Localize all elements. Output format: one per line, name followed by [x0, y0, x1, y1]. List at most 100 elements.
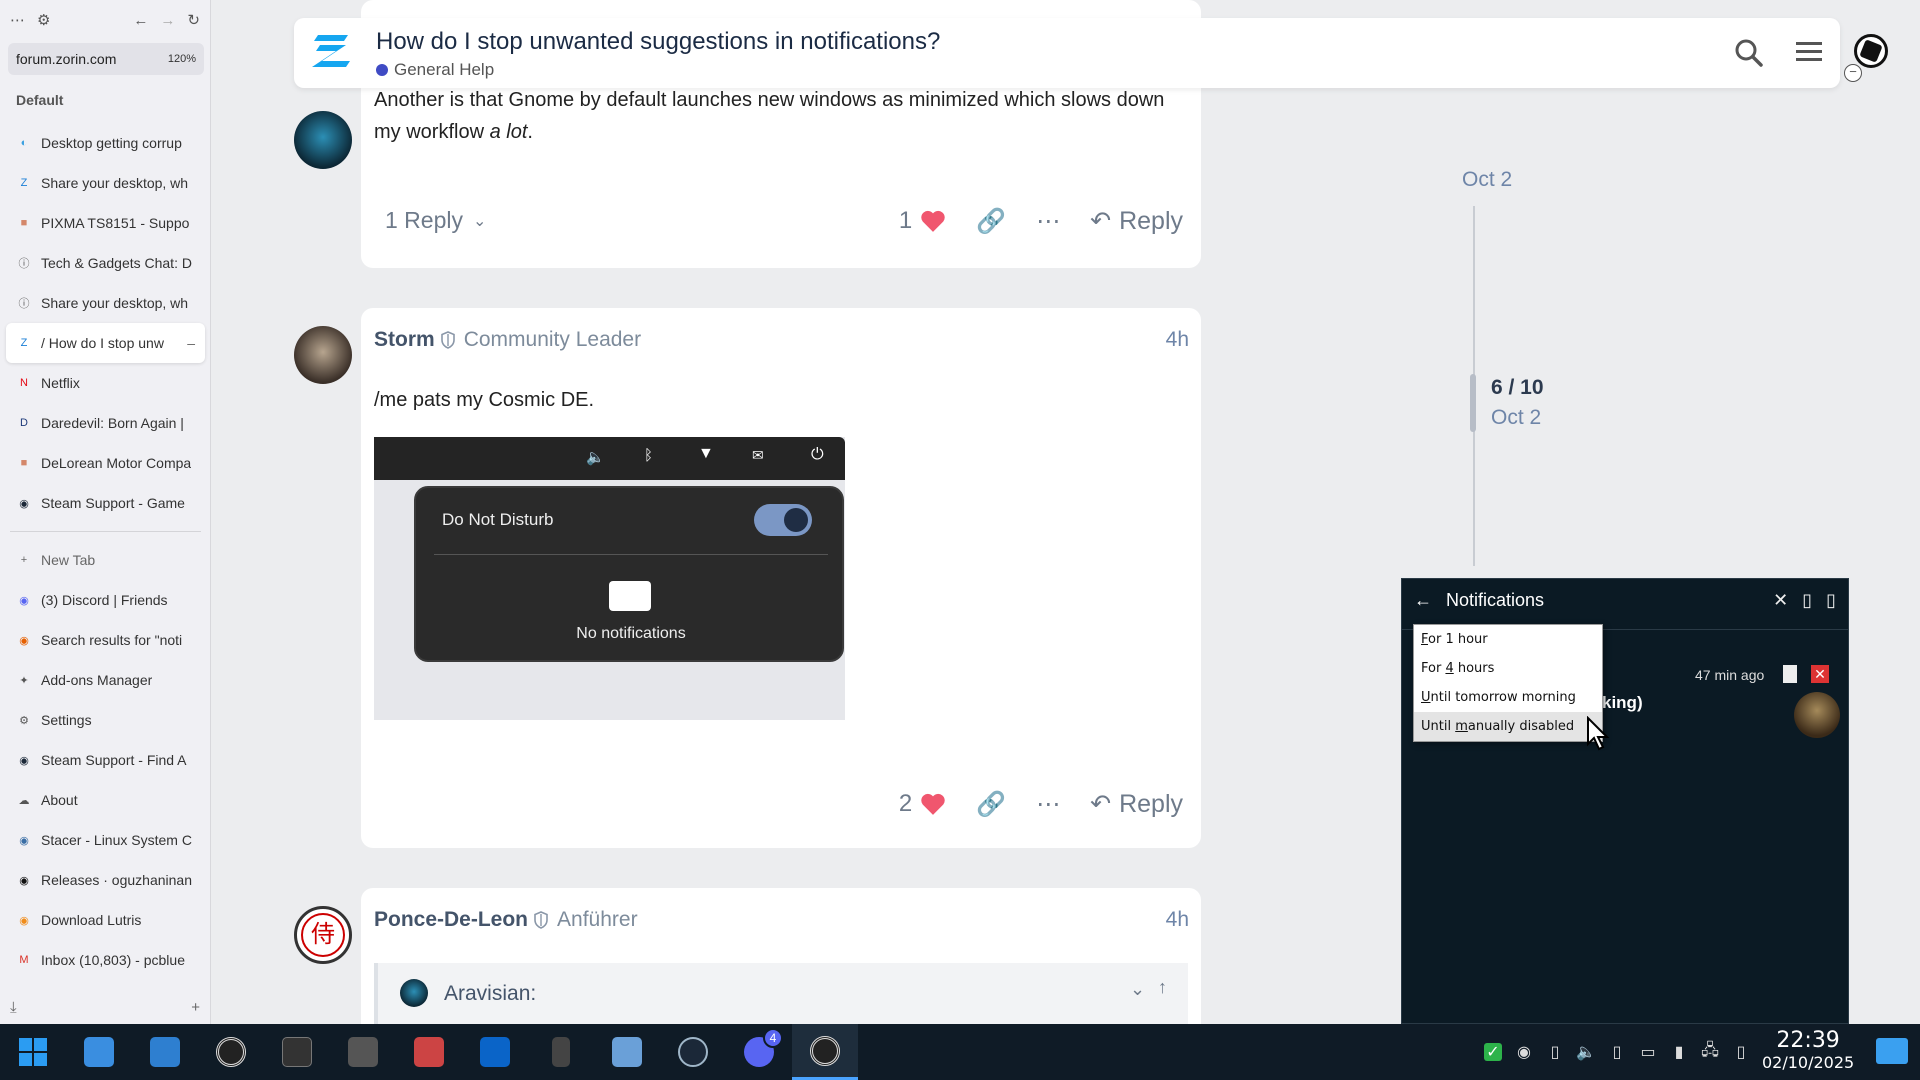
avatar[interactable]: 侍 [294, 906, 352, 964]
go-to-quote-icon[interactable]: ↑ [1158, 977, 1167, 998]
tab-item[interactable]: ◉ Download Lutris [6, 900, 205, 940]
document-icon[interactable]: ▯ [1732, 1043, 1750, 1061]
document-icon[interactable]: ▯ [1826, 590, 1836, 611]
tab-item[interactable]: ■ PIXMA TS8151 - Suppo [6, 203, 205, 243]
replies-toggle[interactable]: 1 Reply ⌄ [385, 207, 486, 234]
document-icon[interactable]: ▯ [1546, 1043, 1564, 1061]
taskbar-app[interactable] [594, 1024, 660, 1080]
close-tab-icon[interactable]: – [187, 335, 195, 351]
hamburger-menu-icon[interactable] [1795, 38, 1823, 66]
reply-button[interactable]: ↶ Reply [1090, 789, 1183, 819]
download-icon[interactable]: ⤓ [10, 999, 17, 1016]
gmail-icon: M [19, 954, 29, 966]
taskbar-app[interactable] [132, 1024, 198, 1080]
network-icon[interactable]: 🖧 [1701, 1042, 1719, 1061]
phone-icon [552, 1037, 570, 1067]
more-options-icon[interactable]: ⋯ [1036, 790, 1060, 819]
taskbar-app[interactable] [66, 1024, 132, 1080]
close-icon[interactable]: ✕ [1773, 590, 1788, 611]
tab-item[interactable]: ✦ Add-ons Manager [6, 660, 205, 700]
security-check-icon[interactable]: ✓ [1484, 1043, 1502, 1061]
avatar[interactable] [294, 111, 352, 169]
timeline-start-date[interactable]: Oct 2 [1462, 168, 1512, 192]
post-author[interactable]: Ponce-De-Leon [374, 908, 528, 932]
tab-item[interactable]: ◐ Desktop getting corrup [6, 123, 205, 163]
drive-icon[interactable]: ▭ [1639, 1043, 1657, 1061]
taskbar-app[interactable] [396, 1024, 462, 1080]
taskbar-app[interactable] [198, 1024, 264, 1080]
taskbar-app[interactable] [660, 1024, 726, 1080]
show-desktop-button[interactable] [1876, 1038, 1908, 1064]
taskbar-app[interactable] [528, 1024, 594, 1080]
post-image[interactable]: 🔈 ᛒ ▼ ✉ ⏻ Do Not Disturb No notification… [374, 437, 845, 720]
back-icon[interactable]: ← [133, 12, 148, 29]
tab-label: Desktop getting corrup [41, 135, 182, 151]
taskbar-app[interactable] [792, 1024, 858, 1080]
tab-item[interactable]: ☁ About [6, 780, 205, 820]
forward-icon[interactable]: → [160, 12, 175, 29]
tab-item[interactable]: N Netflix [6, 363, 205, 403]
more-options-icon[interactable]: ⋯ [1036, 207, 1060, 236]
tab-item[interactable]: Z Share your desktop, wh [6, 163, 205, 203]
notification-text[interactable]: king) [1602, 693, 1643, 713]
url-bar[interactable]: forum.zorin.com 120% [8, 43, 204, 75]
tab-item[interactable]: ◉ Stacer - Linux System C [6, 820, 205, 860]
post-time[interactable]: 4h [1166, 328, 1189, 352]
tab-item[interactable]: ◉ Steam Support - Find A [6, 740, 205, 780]
zorin-logo-icon[interactable] [308, 31, 358, 75]
document-icon[interactable]: ▯ [1608, 1043, 1626, 1061]
new-tab-button[interactable]: + New Tab [6, 540, 205, 580]
heart-icon [921, 793, 945, 815]
zoom-level[interactable]: 120% [168, 53, 196, 65]
like-button[interactable]: 2 [899, 790, 946, 818]
timeline-handle[interactable] [1470, 374, 1476, 432]
reply-button[interactable]: ↶ Reply [1090, 206, 1183, 236]
audio-app-icon [348, 1037, 378, 1067]
link-icon[interactable]: 🔗 [976, 207, 1006, 236]
topic-title[interactable]: How do I stop unwanted suggestions in no… [376, 28, 940, 56]
steam-tray-icon[interactable]: ◉ [1515, 1043, 1533, 1061]
tab-item[interactable]: ⚙ Settings [6, 700, 205, 740]
menu-item-until-tomorrow[interactable]: Until tomorrow morning [1414, 683, 1602, 712]
post-text: /me pats my Cosmic DE. [374, 389, 595, 411]
avatar[interactable] [294, 326, 352, 384]
add-icon[interactable]: + [191, 999, 200, 1016]
menu-item-until-manually-disabled[interactable]: Until manually disabled [1414, 712, 1602, 741]
dismiss-notification-icon[interactable]: ✕ [1811, 665, 1829, 683]
menu-item-for-1-hour[interactable]: For 1 hour [1414, 625, 1602, 654]
document-icon[interactable] [1783, 665, 1797, 683]
taskbar-app[interactable]: 4 [726, 1024, 792, 1080]
taskbar-app[interactable] [264, 1024, 330, 1080]
tab-item[interactable]: ⓘ Share your desktop, wh [6, 283, 205, 323]
tab-item[interactable]: ■ DeLorean Motor Compa [6, 443, 205, 483]
more-icon[interactable]: ⋯ [10, 11, 25, 29]
category-badge[interactable]: General Help [376, 60, 494, 80]
tab-item[interactable]: Z / How do I stop unw – [6, 323, 205, 363]
document-icon[interactable]: ▯ [1802, 590, 1812, 611]
volume-icon[interactable]: 🔈 [1576, 1043, 1596, 1061]
clock[interactable]: 22:39 02/10/2025 [1762, 1028, 1854, 1072]
back-arrow-icon[interactable]: ← [1414, 590, 1432, 611]
post-time[interactable]: 4h [1166, 908, 1189, 932]
extensions-icon[interactable]: ⚙ [37, 11, 50, 29]
start-button[interactable] [0, 1024, 66, 1080]
tab-item[interactable]: M Inbox (10,803) - pcblue [6, 940, 205, 980]
like-button[interactable]: 1 [899, 207, 946, 235]
tab-item[interactable]: ⓘ Tech & Gadgets Chat: D [6, 243, 205, 283]
tab-item[interactable]: ◉ Search results for "noti [6, 620, 205, 660]
tab-item[interactable]: ◉ Releases · oguzhaninan [6, 860, 205, 900]
link-icon[interactable]: 🔗 [976, 790, 1006, 819]
tab-item[interactable]: ◉ Steam Support - Game [6, 483, 205, 523]
zorin-icon: Z [20, 337, 28, 349]
taskbar-app[interactable] [462, 1024, 528, 1080]
search-icon[interactable] [1734, 38, 1764, 68]
reload-icon[interactable]: ↻ [187, 11, 200, 29]
tab-item[interactable]: ◉ (3) Discord | Friends [6, 580, 205, 620]
taskbar-app[interactable] [330, 1024, 396, 1080]
menu-item-for-4-hours[interactable]: For 4 hours [1414, 654, 1602, 683]
tab-item[interactable]: D Daredevil: Born Again | [6, 403, 205, 443]
post-author[interactable]: Storm [374, 328, 435, 352]
expand-quote-icon[interactable]: ⌄ [1130, 979, 1145, 1000]
usb-device-icon[interactable]: ▮ [1670, 1043, 1688, 1061]
user-avatar[interactable] [1854, 34, 1888, 68]
